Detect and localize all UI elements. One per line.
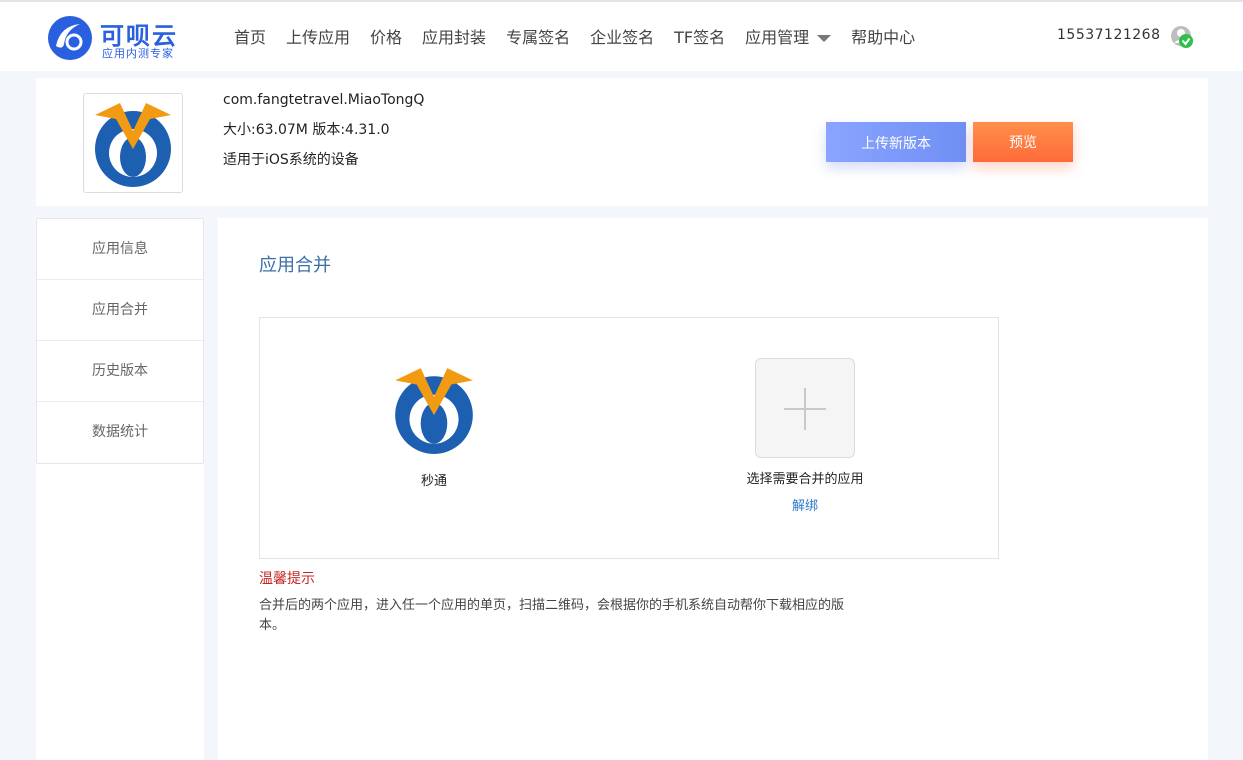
app-platform: 适用于iOS系统的设备 — [223, 152, 359, 168]
brand-subtitle: 应用内测专家 — [102, 47, 174, 60]
add-app-button[interactable] — [755, 358, 855, 458]
chevron-down-icon — [817, 34, 832, 42]
brand-logo[interactable]: 可呗云 应用内测专家 — [46, 14, 186, 64]
nav-label: 专属签名 — [506, 28, 571, 47]
nav-label: 上传应用 — [286, 28, 351, 47]
main-nav: 首页 上传应用 价格 应用封装 专属签名 企业签名 TF签名 应用管理 帮助中心 — [224, 24, 925, 52]
merge-panel: 秒通 选择需要合并的应用 解绑 — [259, 317, 999, 559]
top-navigation-bar: 可呗云 应用内测专家 首页 上传应用 价格 应用封装 专属签名 企业签名 TF签… — [0, 0, 1243, 71]
sidebar-item-statistics[interactable]: 数据统计 — [37, 402, 203, 463]
app-logo-icon — [95, 103, 171, 187]
nav-item-pricing[interactable]: 价格 — [360, 24, 412, 52]
nav-item-enterprise-sign[interactable]: 企业签名 — [580, 24, 664, 52]
nav-label: 帮助中心 — [851, 28, 916, 47]
nav-item-help[interactable]: 帮助中心 — [841, 24, 925, 52]
nav-item-home[interactable]: 首页 — [224, 24, 276, 52]
app-logo-icon — [395, 368, 473, 454]
nav-item-app-wrap[interactable]: 应用封装 — [412, 24, 496, 52]
current-app: 秒通 — [390, 362, 478, 489]
nav-label: 企业签名 — [590, 28, 655, 47]
sidebar: 应用信息 应用合并 历史版本 数据统计 — [36, 218, 204, 760]
main-content: 应用合并 秒通 选择需要合并的应用 解绑 温馨提示 合并后的两个应用，进入任一个… — [218, 218, 1208, 760]
nav-item-tf-sign[interactable]: TF签名 — [664, 24, 735, 52]
user-phone[interactable]: 15537121268 — [1057, 27, 1160, 43]
app-size-version: 大小:63.07M 版本:4.31.0 — [223, 122, 390, 138]
nav-label: 应用管理 — [745, 28, 810, 47]
app-meta: com.fangtetravel.MiaoTongQ 大小:63.07M 版本:… — [223, 90, 424, 180]
nav-item-dedicated-sign[interactable]: 专属签名 — [496, 24, 580, 52]
nav-label: 应用封装 — [422, 28, 487, 47]
nav-label: 首页 — [234, 28, 267, 47]
nav-item-upload[interactable]: 上传应用 — [276, 24, 360, 52]
tip-text: 合并后的两个应用，进入任一个应用的单页，扫描二维码，会根据你的手机系统自动帮你下… — [259, 598, 845, 633]
nav-label: 价格 — [370, 28, 403, 47]
unbind-link[interactable]: 解绑 — [730, 495, 880, 514]
current-app-name: 秒通 — [420, 474, 447, 489]
sidebar-item-app-info[interactable]: 应用信息 — [37, 219, 203, 280]
add-app-label: 选择需要合并的应用 — [746, 472, 864, 487]
app-header-card: com.fangtetravel.MiaoTongQ 大小:63.07M 版本:… — [36, 78, 1208, 206]
app-icon-frame — [83, 93, 183, 193]
upload-new-version-button[interactable]: 上传新版本 — [826, 122, 966, 162]
app-bundle-id: com.fangtetravel.MiaoTongQ — [223, 92, 425, 108]
preview-button[interactable]: 预览 — [973, 122, 1073, 162]
page-title: 应用合并 — [259, 255, 331, 276]
tip-title: 温馨提示 — [259, 571, 315, 587]
nav-label: TF签名 — [674, 28, 726, 47]
nav-item-app-management[interactable]: 应用管理 — [735, 24, 841, 52]
sidebar-menu: 应用信息 应用合并 历史版本 数据统计 — [36, 218, 204, 464]
sidebar-item-history[interactable]: 历史版本 — [37, 341, 203, 402]
user-verified-icon[interactable] — [1170, 25, 1194, 49]
sidebar-item-app-merge[interactable]: 应用合并 — [37, 280, 203, 341]
brand-logo-icon — [48, 16, 92, 60]
merge-target: 选择需要合并的应用 解绑 — [730, 358, 880, 514]
